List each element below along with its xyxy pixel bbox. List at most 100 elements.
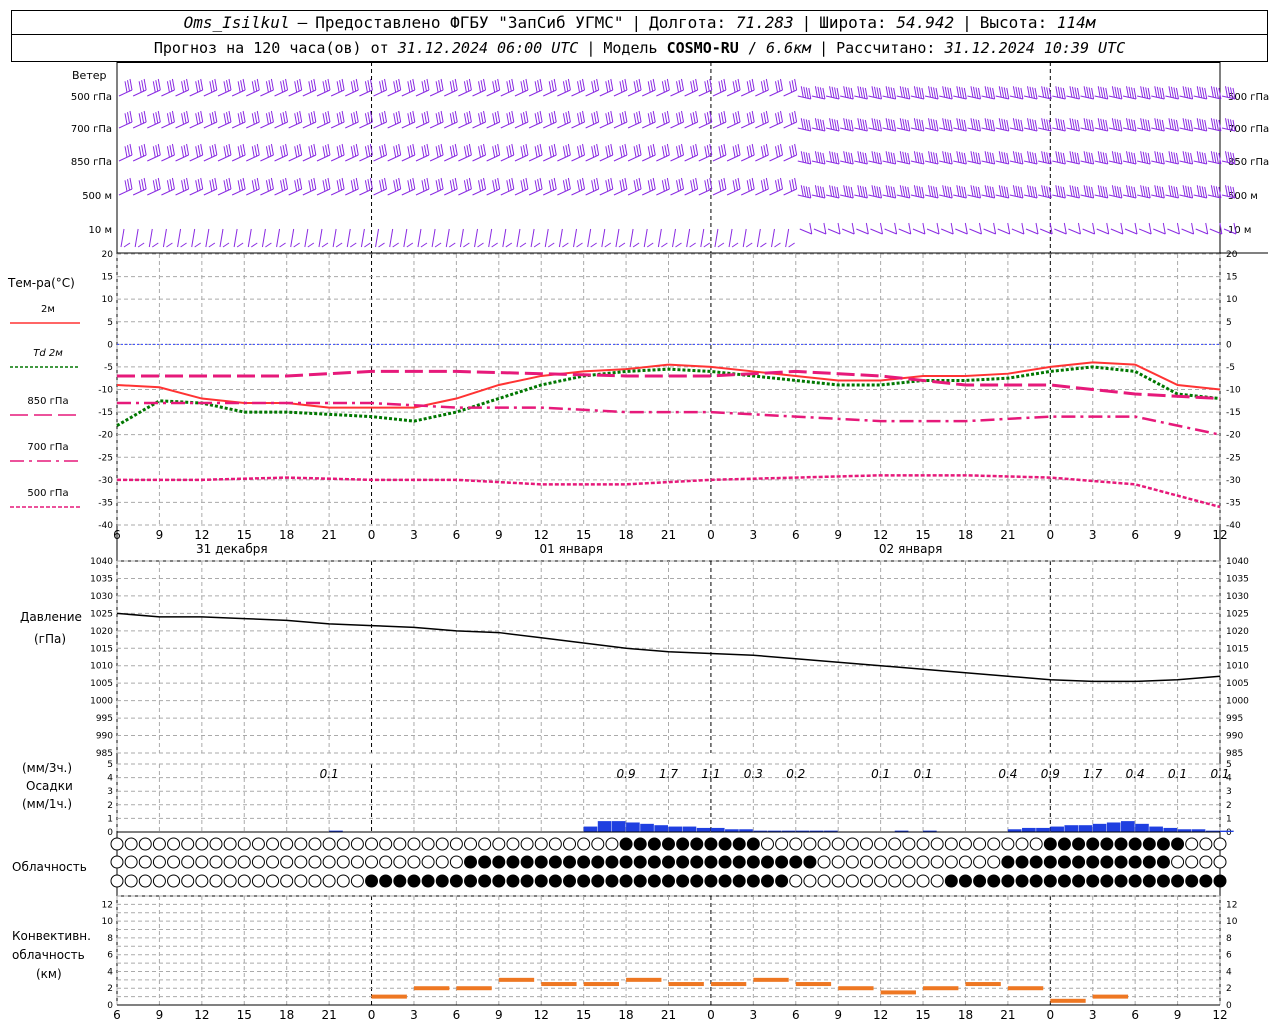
wind-barb-feather [878,119,882,132]
wind-barb-feather [322,113,326,125]
wind-barb-feather [1201,152,1205,164]
wind-barb-10m [672,228,676,248]
wind-barb-10m [1054,228,1067,235]
wind-barb-feather [237,113,241,125]
cloud-cover-circle [775,874,789,888]
wind-barb-10m-feather [1162,222,1166,235]
wind-barb-feather [794,143,798,156]
wind-barb-feather [138,180,142,192]
wind-barb [472,154,486,162]
wind-barb-feather [1017,152,1021,164]
wind-barb-feather [534,146,538,158]
wind-barb-feather [280,180,284,192]
cloud-cover-circle [563,837,577,851]
wind-barb-feather [751,110,755,123]
wind-barb-10m [997,228,1010,235]
cloud-cover-circle [548,874,562,888]
wind-barb-feather [548,180,552,192]
wind-barb [246,188,260,196]
wind-barb-feather [888,86,892,98]
pressure-tick-left: 1015 [90,644,113,654]
pressure-tick-right: 1000 [1226,697,1249,707]
wind-barb-feather [579,179,583,191]
wind-barb-feather [1100,185,1104,197]
wind-barb-10m-feather [950,222,954,235]
wind-barb [684,121,698,129]
wind-barb [274,188,288,196]
wind-barb-10m [1025,228,1039,235]
wind-barb-10m [558,228,563,248]
meteogram-chart: 500 гПа 500 гПа700 гПа 700 гПа850 гПа 850 г… [10,62,1269,1022]
wind-barb-feather [591,81,595,93]
temp-tick-left: 20 [102,250,114,260]
wind-barb-10m-feather [646,242,654,248]
wind-barb-feather [265,81,269,93]
wind-barb [1009,160,1023,165]
wind-barb-feather [310,80,314,92]
x-tick-label-mid: 15 [576,528,591,542]
wind-barb-feather [308,146,312,158]
wind-barb-feather [522,145,526,157]
wind-barb [444,154,458,162]
wind-barb-feather [186,110,190,123]
wind-barb-feather [814,185,818,197]
wind-barb [698,89,712,97]
wind-barb-feather [706,145,710,157]
cloud-cover-circle [478,855,492,869]
wind-barb-feather [890,87,894,99]
cloud-cover-circle [633,837,647,851]
temp-tick-left: -35 [98,498,113,508]
wind-barb [458,89,472,97]
wind-barb-feather [577,113,581,125]
wind-barb [260,154,274,162]
wind-barb-feather [791,112,795,124]
cloud-cover-circle [760,855,774,869]
wind-barb-feather [1012,185,1016,197]
wind-barb [316,121,331,129]
wind-barb [670,154,684,162]
wind-barb-feather [539,143,543,156]
wind-barb-feather [942,151,946,163]
wind-barb [1122,194,1137,199]
wind-barb-feather [803,151,807,163]
x-tick-label-mid: 12 [873,528,888,542]
conv-cloud-mark [413,986,450,991]
cloud-cover-circle [1213,874,1227,888]
cloud-cover-circle [209,874,223,888]
wind-barb-feather [746,180,750,192]
wind-barb-feather [577,180,581,192]
wind-barb-feather [647,113,651,125]
cloud-cover-circle [817,874,831,888]
wind-barb-feather [197,179,201,191]
wind-barb-feather [1128,86,1132,98]
precip-bar [1220,830,1234,832]
wind-barb [825,127,840,132]
wind-barb-feather [1003,186,1007,198]
wind-barb-feather [918,152,922,164]
wind-barb-feather [1086,118,1090,130]
wind-barb-feather [537,145,541,157]
wind-barb-10m [629,228,634,248]
wind-barb-10m-feather [760,242,767,248]
wind-barb-feather [1215,186,1219,198]
wind-barb [217,121,232,129]
wind-barb [472,121,486,129]
wind-barb-feather [310,179,314,191]
cloud-cover-circle [1072,874,1086,888]
cloud-cover-circle [195,855,209,869]
wind-barb-feather [1043,151,1047,163]
conv-cloud-mark [583,982,620,987]
precip-bar [1163,827,1178,832]
wind-barb-feather [808,186,812,199]
wind-barb-feather [438,112,442,124]
wind-barb-feather [989,87,993,99]
wind-barb [613,89,628,97]
wind-barb [656,154,670,162]
wind-barb-feather [1142,151,1146,163]
wind-barb-feather [678,112,682,124]
wind-barb-feather [324,80,328,92]
wind-barb-feather [579,145,583,157]
wind-barb-feather [364,81,368,93]
wind-barb-feather [805,87,809,99]
wind-barb-feather [607,80,611,92]
